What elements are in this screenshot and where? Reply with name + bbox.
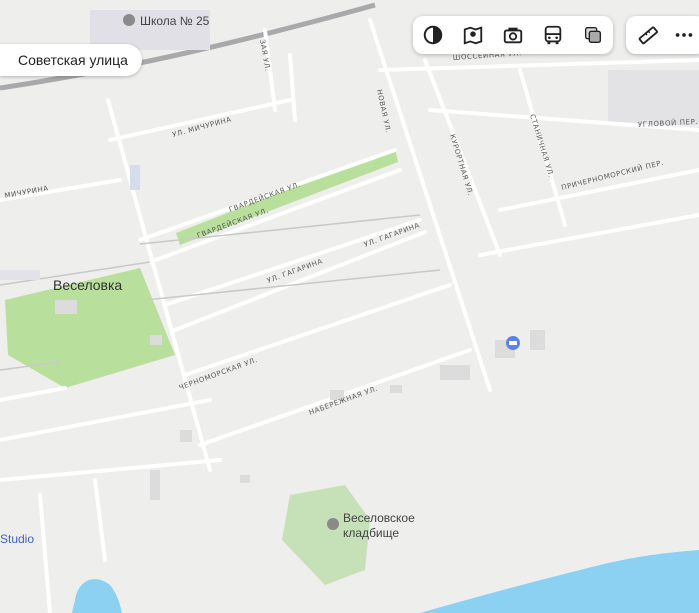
hotel-poi[interactable] (506, 336, 520, 350)
school-icon (123, 14, 135, 26)
traffic-icon (584, 26, 602, 44)
cemetery-label-line1: Веселовское (343, 511, 415, 525)
map-canvas[interactable]: ЗАЯ УЛ. УЛ. МИЧУРИНА МИЧУРИНА ГВАРДЕЙСКА… (0, 0, 699, 613)
panorama-button[interactable] (495, 19, 531, 51)
layers-icon (423, 25, 443, 45)
cemetery-icon (327, 518, 339, 530)
studio-label[interactable]: Studio (0, 532, 34, 546)
selected-street-label: Советская улица (18, 52, 128, 68)
school-label: Школа № 25 (140, 14, 210, 28)
panorama-icon (503, 27, 523, 44)
more-button[interactable] (666, 19, 699, 51)
map-mode-button[interactable] (455, 19, 491, 51)
more-icon (675, 33, 693, 37)
map-toolbar (413, 16, 613, 54)
map-icon (463, 26, 483, 45)
layers-button[interactable] (415, 19, 451, 51)
settlement-label: Веселовка (53, 277, 122, 293)
ruler-button[interactable] (630, 19, 666, 51)
industrial-area (608, 70, 699, 125)
traffic-button[interactable] (575, 19, 611, 51)
selected-street-chip[interactable]: Советская улица (0, 44, 142, 76)
tools-toolbar (626, 16, 699, 54)
ruler-icon (638, 26, 658, 45)
transit-button[interactable] (535, 19, 571, 51)
cemetery-label-line2: кладбище (343, 526, 399, 540)
transit-icon (544, 25, 562, 45)
